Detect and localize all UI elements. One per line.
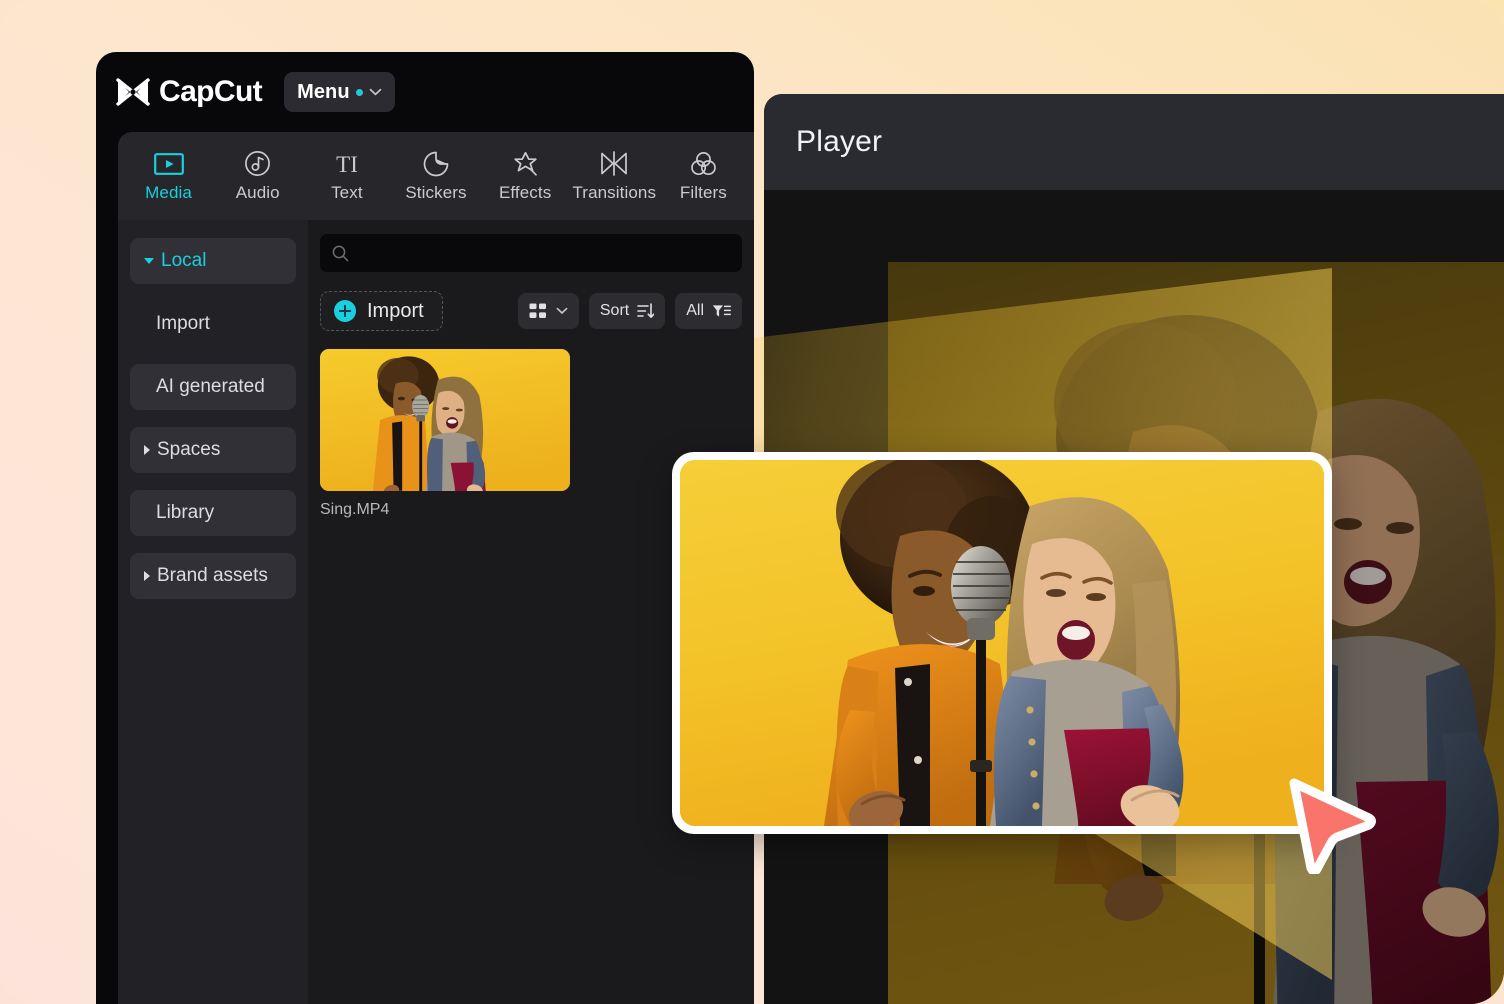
import-button-label: Import xyxy=(367,300,424,323)
sidebar-item-brand-assets-label: Brand assets xyxy=(157,565,268,587)
tab-filters-label: Filters xyxy=(680,183,727,203)
sidebar-item-library[interactable]: Library xyxy=(130,490,296,536)
search-icon xyxy=(332,245,349,262)
zoom-preview-image xyxy=(680,460,1324,826)
view-mode-button[interactable] xyxy=(518,293,579,329)
filter-funnel-icon xyxy=(712,304,731,319)
filters-circles-icon xyxy=(690,150,717,178)
audio-note-icon xyxy=(244,150,271,178)
effects-star-icon xyxy=(512,150,539,178)
media-card-sing-mp4[interactable]: Sing.MP4 xyxy=(320,349,570,519)
filter-button-label: All xyxy=(686,302,704,320)
text-ti-icon: TI xyxy=(330,150,364,178)
media-thumbnail-image xyxy=(320,349,570,491)
brand-name: CapCut xyxy=(159,75,262,109)
sidebar-item-local[interactable]: Local xyxy=(130,238,296,284)
titlebar: CapCut Menu xyxy=(96,52,754,132)
page-background: Player xyxy=(0,0,1504,1004)
grid-view-icon xyxy=(529,303,548,320)
tab-filters[interactable]: Filters xyxy=(659,132,748,220)
media-file-name: Sing.MP4 xyxy=(320,501,570,519)
sidebar-item-library-label: Library xyxy=(144,502,214,524)
search-bar[interactable] xyxy=(320,234,742,272)
svg-text:TI: TI xyxy=(336,152,358,176)
media-thumbnail[interactable] xyxy=(320,349,570,491)
sidebar-item-ai-generated-label: AI generated xyxy=(144,376,265,398)
sidebar: Local Import AI generated Spaces Library xyxy=(118,220,308,1004)
sort-button[interactable]: Sort xyxy=(589,293,665,329)
caret-right-icon-2 xyxy=(144,571,150,581)
tab-effects[interactable]: Effects xyxy=(481,132,570,220)
tab-media-label: Media xyxy=(145,183,192,203)
sidebar-item-spaces[interactable]: Spaces xyxy=(130,427,296,473)
sidebar-item-import[interactable]: Import xyxy=(130,301,296,347)
tab-transitions[interactable]: Transitions xyxy=(570,132,659,220)
player-title: Player xyxy=(796,125,882,159)
capcut-logo-icon xyxy=(116,77,150,107)
tab-audio[interactable]: Audio xyxy=(213,132,302,220)
plus-circle-icon xyxy=(334,300,356,322)
chevron-down-icon xyxy=(369,88,382,96)
sidebar-item-ai-generated[interactable]: AI generated xyxy=(130,364,296,410)
sort-button-label: Sort xyxy=(600,302,629,320)
tab-stickers[interactable]: Stickers xyxy=(391,132,480,220)
sidebar-item-spaces-label: Spaces xyxy=(157,439,220,461)
sort-descending-icon xyxy=(637,303,654,319)
caret-right-icon xyxy=(144,445,150,455)
pointer-arrow-icon xyxy=(1277,770,1381,874)
transitions-bowtie-icon xyxy=(600,150,628,178)
tab-audio-label: Audio xyxy=(236,183,280,203)
zoom-preview-inner xyxy=(680,460,1324,826)
zoom-preview-popup[interactable] xyxy=(672,452,1332,834)
tab-transitions-label: Transitions xyxy=(572,183,656,203)
body-split: Local Import AI generated Spaces Library xyxy=(118,220,754,1004)
tab-text-label: Text xyxy=(331,183,363,203)
sticker-droplet-icon xyxy=(423,150,449,178)
sidebar-item-brand-assets[interactable]: Brand assets xyxy=(130,553,296,599)
sidebar-item-import-label: Import xyxy=(156,313,210,335)
chevron-down-icon-viewmode xyxy=(556,307,568,315)
media-toolbar: Import xyxy=(320,291,742,331)
media-play-frame-icon xyxy=(154,150,184,178)
caret-down-icon xyxy=(144,258,154,264)
tab-stickers-label: Stickers xyxy=(405,183,466,203)
filter-button[interactable]: All xyxy=(675,293,742,329)
sidebar-item-local-label: Local xyxy=(161,250,206,272)
import-button[interactable]: Import xyxy=(320,291,443,331)
tab-effects-label: Effects xyxy=(499,183,551,203)
menu-button-label: Menu xyxy=(297,81,350,104)
player-header: Player xyxy=(764,94,1504,190)
menu-button[interactable]: Menu xyxy=(284,72,395,112)
tab-bar: Media Audio TI Text xyxy=(118,132,754,220)
app-logo[interactable]: CapCut xyxy=(116,75,262,109)
capcut-main-window: CapCut Menu Media xyxy=(96,52,754,1004)
menu-status-dot xyxy=(356,89,363,96)
tab-media[interactable]: Media xyxy=(124,132,213,220)
tab-text[interactable]: TI Text xyxy=(302,132,391,220)
